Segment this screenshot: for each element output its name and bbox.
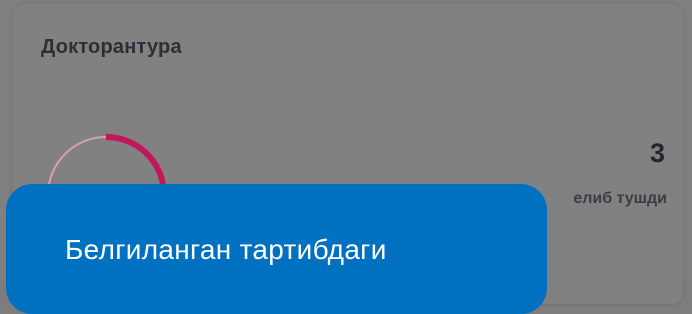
stat-value: 3	[649, 138, 665, 168]
tooltip-popup: Белгиланган тартибдаги	[6, 184, 547, 314]
card-title: Докторантура	[41, 36, 182, 58]
stat-label: елиб тушди	[573, 190, 667, 207]
tooltip-text: Белгиланган тартибдаги	[65, 234, 387, 265]
